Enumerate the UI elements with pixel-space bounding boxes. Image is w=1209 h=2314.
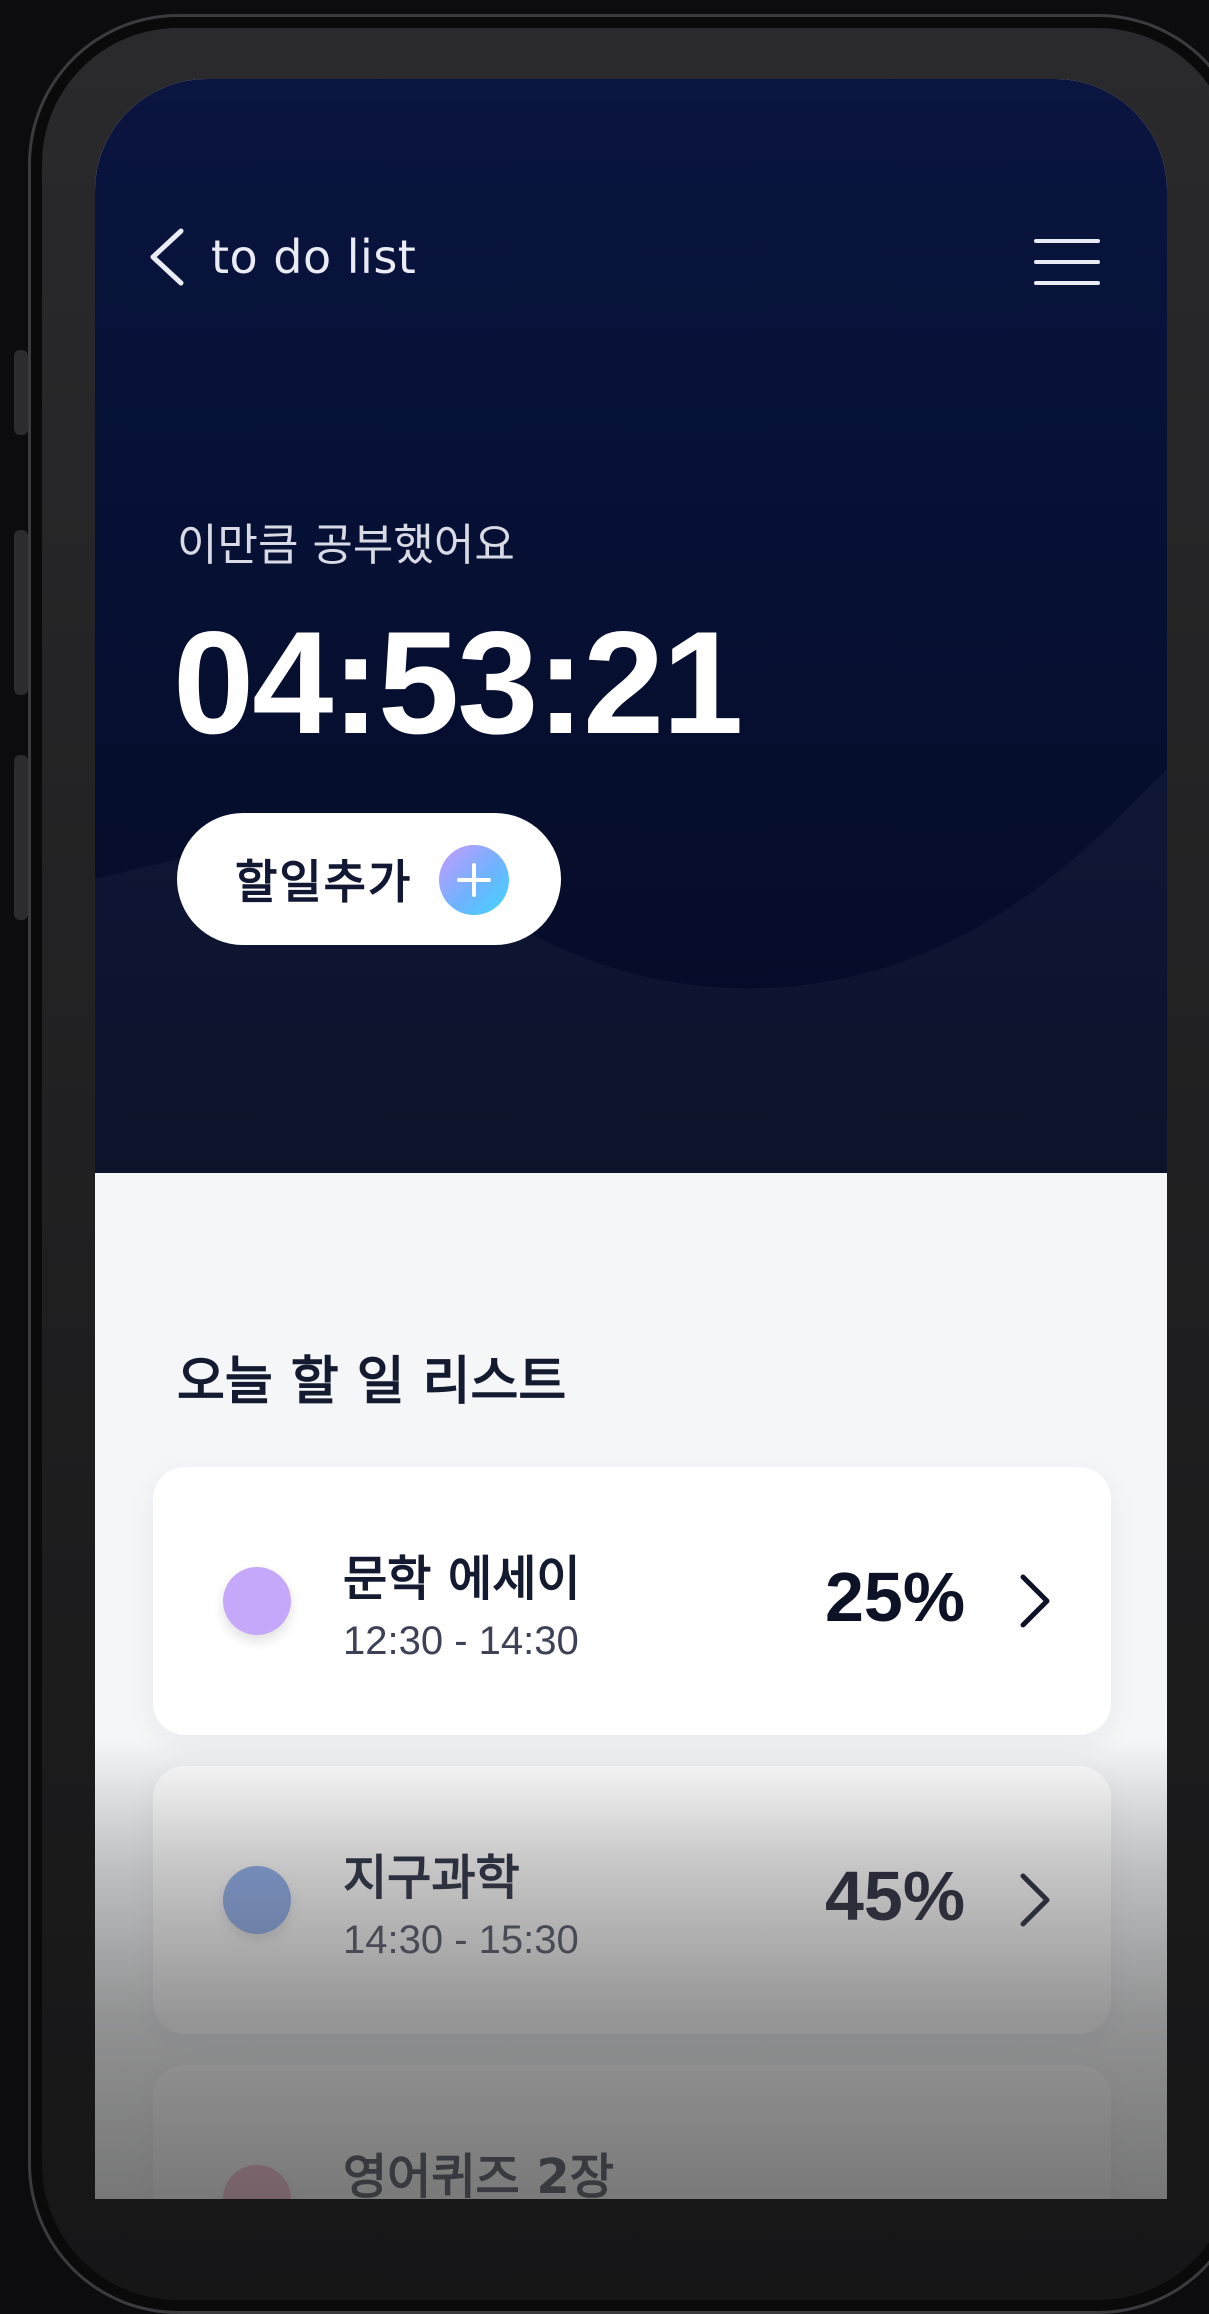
phone-volume-down: [14, 755, 28, 920]
task-time: 14:30 - 15:30: [343, 1918, 579, 1962]
plus-icon: [439, 845, 509, 915]
chevron-right-icon[interactable]: [1015, 1870, 1055, 1930]
task-name: 문학 에세이: [343, 1551, 581, 1607]
task-name: 지구과학: [343, 1850, 520, 1906]
studied-label: 이만큼 공부했어요: [177, 520, 515, 571]
task-name: 영어퀴즈 2장: [343, 2149, 614, 2199]
task-color-dot: [223, 2165, 291, 2199]
task-color-dot: [223, 1866, 291, 1934]
task-card[interactable]: 지구과학 14:30 - 15:30 45%: [153, 1766, 1111, 2034]
task-card[interactable]: 영어퀴즈 2장: [153, 2065, 1111, 2199]
hero-panel: to do list 이만큼 공부했어요 04:53:21 할일추가: [95, 79, 1167, 1173]
study-timer: 04:53:21: [173, 601, 743, 764]
section-title: 오늘 할 일 리스트: [177, 1352, 567, 1412]
add-task-button[interactable]: 할일추가: [177, 813, 561, 945]
task-progress-percent: 25%: [825, 1558, 966, 1636]
top-bar: to do list: [147, 227, 416, 287]
app-screen: to do list 이만큼 공부했어요 04:53:21 할일추가 오늘 할 …: [95, 79, 1167, 2199]
task-card[interactable]: 문학 에세이 12:30 - 14:30 25%: [153, 1467, 1111, 1735]
task-color-dot: [223, 1567, 291, 1635]
phone-volume-up: [14, 530, 28, 695]
add-task-label: 할일추가: [235, 855, 413, 909]
app-title: to do list: [211, 230, 417, 284]
hamburger-menu-icon[interactable]: [1034, 237, 1100, 287]
chevron-left-icon[interactable]: [147, 227, 187, 287]
task-time: 12:30 - 14:30: [343, 1619, 579, 1663]
phone-silent-switch: [14, 350, 28, 435]
task-progress-percent: 45%: [825, 1857, 966, 1935]
chevron-right-icon[interactable]: [1015, 1571, 1055, 1631]
